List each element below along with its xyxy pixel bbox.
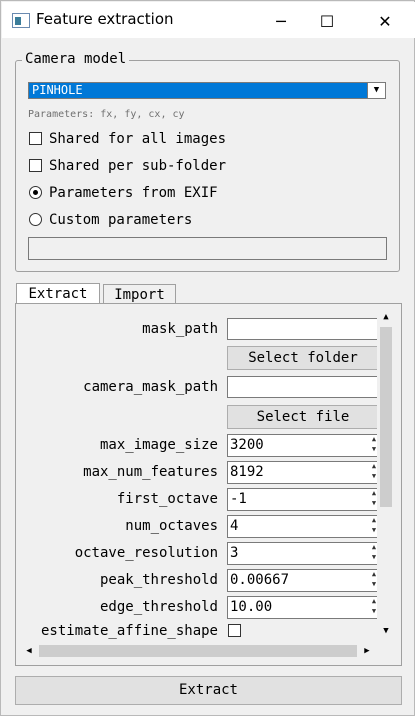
spin-down-icon[interactable]: ▼ [369, 606, 377, 616]
window-app-icon [12, 13, 30, 28]
extract-button[interactable]: Extract [15, 676, 402, 705]
title-bar[interactable]: Feature extraction ─ ☐ ✕ [2, 2, 415, 38]
octave-resolution-spinner[interactable]: ▲ ▼ [369, 542, 377, 564]
edge-threshold-label: edge_threshold [99, 599, 218, 615]
chevron-down-icon[interactable]: ▼ [367, 83, 385, 98]
horizontal-scrollbar[interactable]: ◀ ▶ [20, 642, 377, 661]
close-button[interactable]: ✕ [362, 3, 408, 39]
camera-mask-path-label: camera_mask_path [83, 379, 218, 395]
first-octave-label: first_octave [116, 491, 218, 507]
feature-extraction-window: Feature extraction ─ ☐ ✕ Camera model PI… [0, 0, 415, 716]
spin-up-icon[interactable]: ▲ [369, 434, 377, 444]
scroll-right-icon[interactable]: ▶ [359, 643, 375, 659]
scroll-down-icon[interactable]: ▼ [378, 623, 394, 639]
spin-up-icon[interactable]: ▲ [369, 488, 377, 498]
parameters-from-exif-radio[interactable] [29, 186, 42, 199]
spin-down-icon[interactable]: ▼ [369, 552, 377, 562]
minimize-button[interactable]: ─ [258, 3, 304, 39]
peak-threshold-spinner[interactable]: ▲ ▼ [369, 569, 377, 591]
shared-per-subfolder-label[interactable]: Shared per sub-folder [49, 158, 226, 174]
edge-threshold-input[interactable]: 10.00 [227, 596, 377, 619]
camera-mask-path-input[interactable] [227, 376, 377, 398]
first-octave-spinner[interactable]: ▲ ▼ [369, 488, 377, 510]
spin-down-icon[interactable]: ▼ [369, 525, 377, 535]
shared-per-subfolder-checkbox[interactable] [29, 159, 42, 172]
spin-down-icon[interactable]: ▼ [369, 498, 377, 508]
custom-parameters-input[interactable] [28, 237, 387, 260]
maximize-button[interactable]: ☐ [304, 3, 350, 39]
octave-resolution-input[interactable]: 3 [227, 542, 377, 565]
octave-resolution-label: octave_resolution [74, 545, 218, 561]
parameters-hint: Parameters: fx, fy, cx, cy [28, 109, 185, 120]
max-image-size-spinner[interactable]: ▲ ▼ [369, 434, 377, 456]
peak-threshold-input[interactable]: 0.00667 [227, 569, 377, 592]
spin-down-icon[interactable]: ▼ [369, 471, 377, 481]
mask-path-label: mask_path [142, 321, 218, 337]
spin-down-icon[interactable]: ▼ [369, 444, 377, 454]
custom-parameters-radio[interactable] [29, 213, 42, 226]
camera-model-select[interactable]: PINHOLE ▼ [28, 82, 386, 99]
window-title: Feature extraction [36, 10, 174, 28]
spin-up-icon[interactable]: ▲ [369, 542, 377, 552]
camera-model-legend: Camera model [22, 51, 130, 67]
max-num-features-input[interactable]: 8192 [227, 461, 377, 484]
max-num-features-label: max_num_features [83, 464, 218, 480]
vertical-scrollbar[interactable]: ▲ ▼ [377, 308, 396, 642]
tab-import[interactable]: Import [103, 284, 176, 304]
spin-up-icon[interactable]: ▲ [369, 596, 377, 606]
custom-parameters-label[interactable]: Custom parameters [49, 212, 192, 228]
horizontal-scroll-thumb[interactable] [39, 645, 357, 657]
vertical-scroll-thumb[interactable] [380, 327, 392, 507]
peak-threshold-label: peak_threshold [99, 572, 218, 588]
spin-up-icon[interactable]: ▲ [369, 569, 377, 579]
camera-model-selected: PINHOLE [32, 83, 83, 97]
mask-path-input[interactable] [227, 318, 377, 340]
spin-up-icon[interactable]: ▲ [369, 461, 377, 471]
max-num-features-spinner[interactable]: ▲ ▼ [369, 461, 377, 483]
max-image-size-input[interactable]: 3200 [227, 434, 377, 457]
edge-threshold-spinner[interactable]: ▲ ▼ [369, 596, 377, 618]
first-octave-input[interactable]: -1 [227, 488, 377, 511]
tab-extract[interactable]: Extract [16, 283, 100, 304]
shared-all-images-checkbox[interactable] [29, 132, 42, 145]
estimate-affine-shape-label: estimate_affine_shape [40, 623, 218, 639]
parameters-from-exif-label[interactable]: Parameters from EXIF [49, 185, 218, 201]
num-octaves-spinner[interactable]: ▲ ▼ [369, 515, 377, 537]
estimate-affine-shape-checkbox[interactable] [228, 624, 241, 637]
scroll-left-icon[interactable]: ◀ [21, 643, 37, 659]
spin-down-icon[interactable]: ▼ [369, 579, 377, 589]
num-octaves-input[interactable]: 4 [227, 515, 377, 538]
scroll-up-icon[interactable]: ▲ [378, 309, 394, 325]
shared-all-images-label[interactable]: Shared for all images [49, 131, 226, 147]
params-scroll-area: mask_path Select folder camera_mask_path… [20, 308, 377, 642]
select-file-button[interactable]: Select file [227, 405, 377, 429]
spin-up-icon[interactable]: ▲ [369, 515, 377, 525]
select-folder-button[interactable]: Select folder [227, 346, 377, 370]
max-image-size-label: max_image_size [99, 437, 218, 453]
num-octaves-label: num_octaves [125, 518, 218, 534]
